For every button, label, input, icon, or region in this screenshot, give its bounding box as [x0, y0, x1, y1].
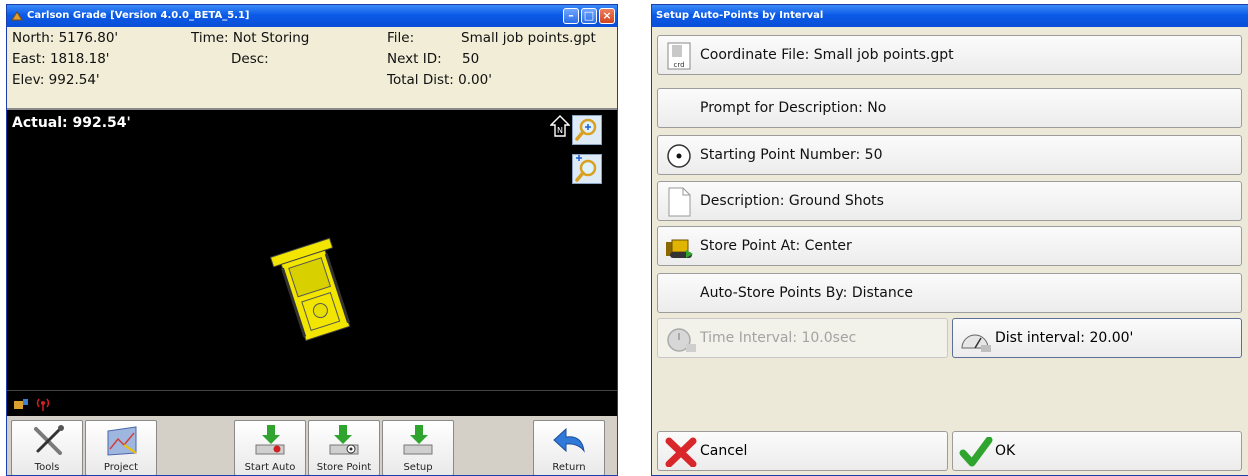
wrench-screwdriver-icon [34, 425, 64, 455]
stopwatch-icon [667, 328, 696, 352]
bottom-toolbar: Tools Project Start Auto Store Point Set… [7, 416, 617, 475]
right-titlebar: Setup Auto-Points by Interval [652, 5, 1248, 27]
minimize-button[interactable]: – [563, 8, 579, 24]
right-window-title: Setup Auto-Points by Interval [656, 10, 824, 21]
cancel-label: Cancel [700, 443, 748, 459]
odometer-icon [961, 334, 991, 352]
tools-label: Tools [34, 462, 60, 473]
store-point-icon [329, 425, 359, 455]
elev-readout: Elev: 992.54' [12, 72, 100, 88]
total-dist-readout: Total Dist: 0.00' [387, 72, 492, 88]
project-map-icon [107, 426, 137, 456]
gps-status-icon [14, 399, 28, 409]
plan-view-map[interactable]: Actual: 992.54' N [7, 110, 617, 390]
tools-button[interactable]: Tools [11, 420, 83, 475]
setup-label: Setup [403, 462, 433, 473]
starting-point-number-label: Starting Point Number: 50 [700, 147, 883, 163]
return-button[interactable]: Return [533, 420, 605, 475]
time-interval-label: Time Interval: 10.0sec [700, 330, 857, 346]
store-point-at-button[interactable]: Store Point At: Center [657, 226, 1242, 266]
setup-auto-points-window: Setup Auto-Points by Interval crd Coordi… [651, 4, 1248, 476]
position-info-panel: North: 5176.80' East: 1818.18' Elev: 992… [7, 27, 617, 110]
description-button[interactable]: Description: Ground Shots [657, 181, 1242, 221]
project-button[interactable]: Project [85, 420, 157, 475]
auto-store-by-button[interactable]: Auto-Store Points By: Distance [657, 273, 1242, 313]
carlson-app-icon [11, 11, 23, 21]
store-point-label: Store Point [316, 462, 372, 473]
time-interval-button[interactable]: Time Interval: 10.0sec [657, 318, 948, 358]
dozer-icon [666, 239, 693, 258]
cancel-button[interactable]: Cancel [657, 431, 948, 471]
maximize-button[interactable]: □ [581, 8, 597, 24]
coordinate-file-icon: crd [667, 42, 691, 70]
start-auto-button[interactable]: Start Auto [234, 420, 306, 475]
start-auto-icon [255, 425, 285, 455]
north-readout: North: 5176.80' [12, 30, 119, 46]
starting-point-number-button[interactable]: Starting Point Number: 50 [657, 135, 1242, 175]
store-point-at-label: Store Point At: Center [700, 238, 852, 254]
cancel-x-icon [665, 437, 697, 467]
setup-icon [403, 425, 433, 455]
ok-label: OK [995, 443, 1016, 459]
start-auto-label: Start Auto [244, 462, 296, 473]
document-icon [668, 187, 691, 217]
dist-interval-label: Dist interval: 20.00' [995, 330, 1134, 346]
zoom-in-icon [575, 118, 597, 141]
desc-readout: Desc: [231, 51, 269, 67]
north-arrow-icon: N [550, 115, 570, 137]
east-readout: East: 1818.18' [12, 51, 110, 67]
ok-button[interactable]: OK [952, 431, 1242, 471]
north-label: N [557, 126, 563, 135]
project-label: Project [103, 462, 139, 473]
left-window-title: Carlson Grade [Version 4.0.0_BETA_5.1] [27, 10, 250, 21]
file-value: Small job points.gpt [461, 30, 596, 46]
store-point-button[interactable]: Store Point [308, 420, 380, 475]
machine-icon [269, 237, 351, 342]
zoom-out-icon [575, 155, 597, 182]
radio-signal-icon [36, 398, 50, 411]
next-id-value: 50 [462, 51, 480, 67]
coordinate-file-button[interactable]: crd Coordinate File: Small job points.gp… [657, 35, 1242, 75]
prompt-description-label: Prompt for Description: No [700, 100, 887, 116]
carlson-grade-window: Carlson Grade [Version 4.0.0_BETA_5.1] –… [6, 4, 618, 476]
return-label: Return [552, 462, 586, 473]
dist-interval-button[interactable]: Dist interval: 20.00' [952, 318, 1242, 358]
point-target-icon [667, 144, 691, 168]
actual-elevation: Actual: 992.54' [12, 115, 131, 131]
auto-store-by-label: Auto-Store Points By: Distance [700, 285, 914, 301]
file-label: File: [387, 30, 415, 46]
ok-check-icon [959, 437, 993, 467]
status-strip [7, 390, 617, 417]
setup-button[interactable]: Setup [382, 420, 454, 475]
zoom-out-button[interactable] [572, 154, 602, 184]
zoom-in-button[interactable] [572, 115, 602, 145]
time-readout: Time: Not Storing [191, 30, 310, 46]
prompt-description-button[interactable]: Prompt for Description: No [657, 88, 1242, 128]
description-label: Description: Ground Shots [700, 193, 884, 209]
next-id-label: Next ID: [387, 51, 442, 67]
left-titlebar: Carlson Grade [Version 4.0.0_BETA_5.1] –… [7, 5, 617, 27]
return-arrow-icon [553, 427, 585, 453]
close-button[interactable]: × [599, 8, 615, 24]
coordinate-file-label: Coordinate File: Small job points.gpt [700, 47, 954, 63]
crd-icon-label: crd [673, 61, 684, 69]
